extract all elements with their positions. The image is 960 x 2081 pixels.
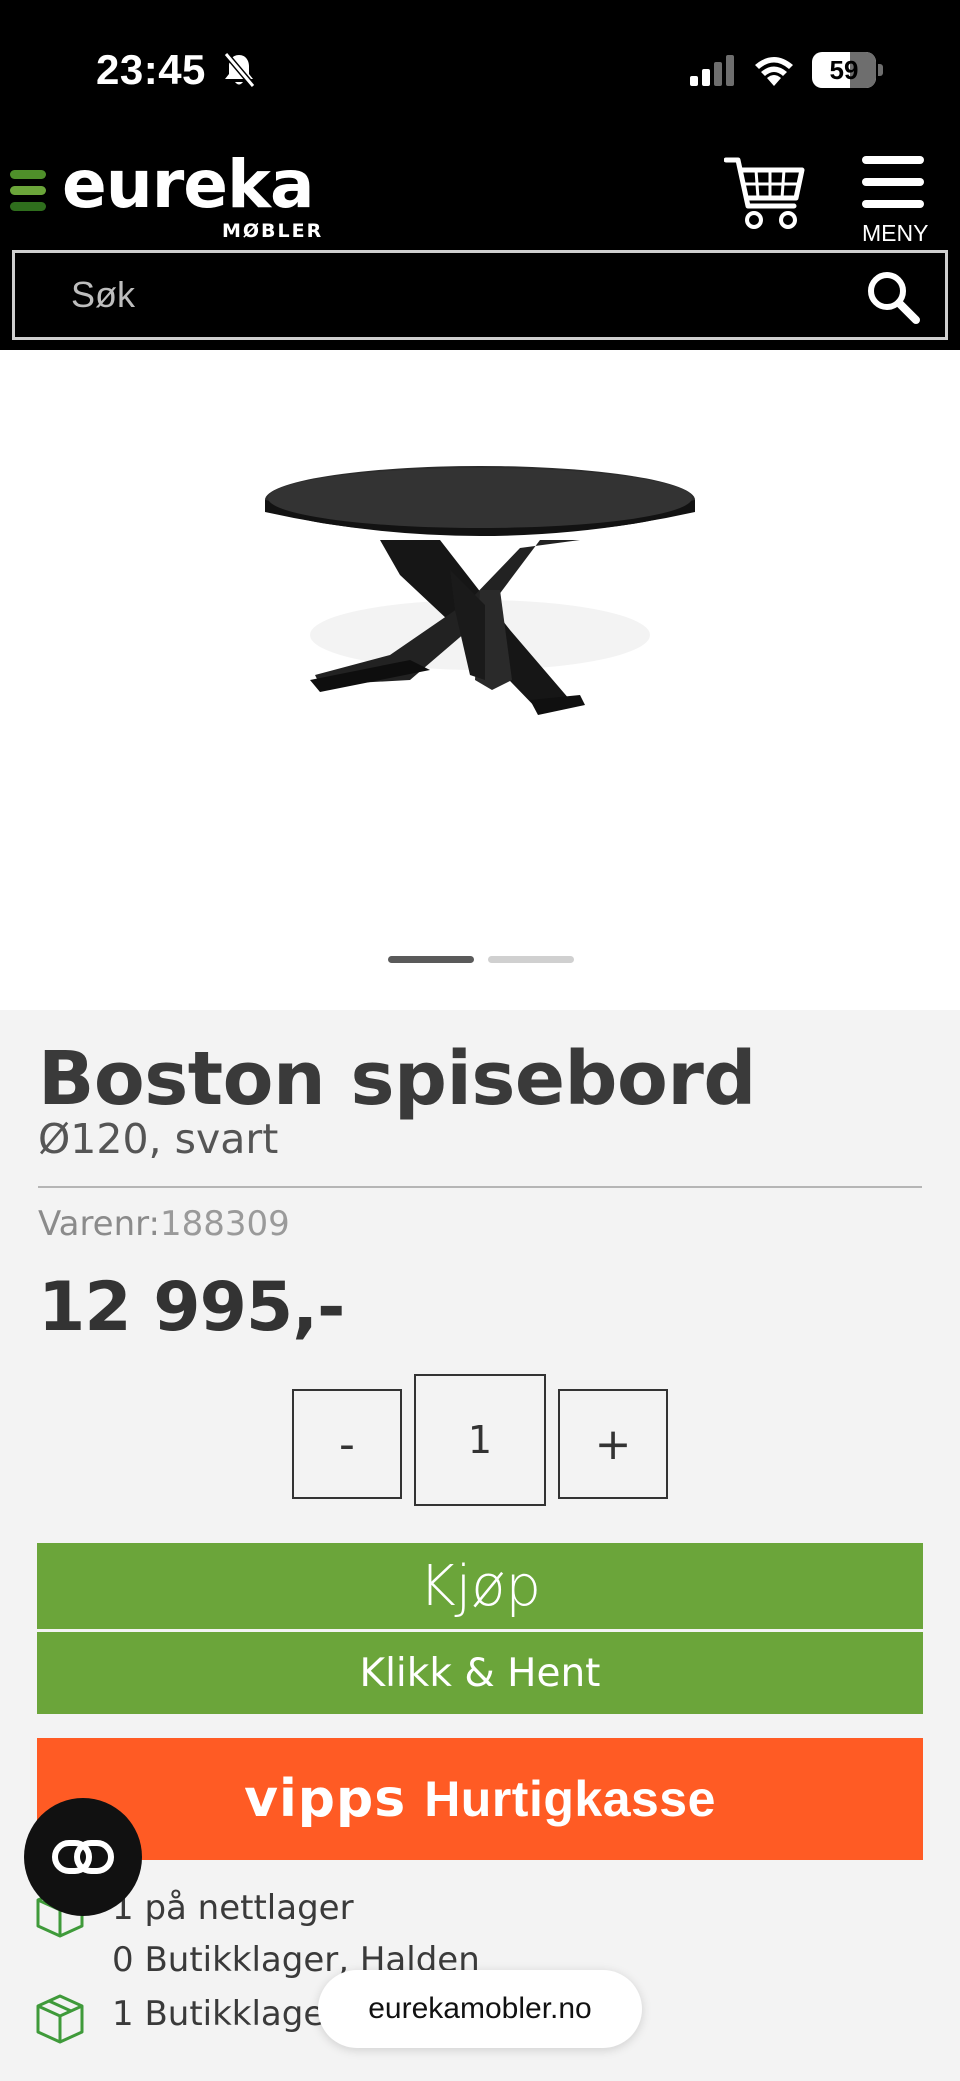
status-bar: 23:45 59 bbox=[0, 0, 960, 140]
vipps-logo: vipps bbox=[244, 1769, 407, 1829]
vipps-label: Hurtigkasse bbox=[424, 1771, 716, 1827]
shopping-cart-icon[interactable] bbox=[724, 154, 808, 234]
wifi-icon bbox=[755, 57, 793, 86]
chat-button[interactable] bbox=[24, 1798, 142, 1916]
truncated-content bbox=[34, 2060, 934, 2081]
logo-mark bbox=[10, 168, 46, 212]
sku-label: Varenr: bbox=[38, 1204, 160, 1244]
product-gallery[interactable] bbox=[0, 350, 960, 1010]
status-time: 23:45 bbox=[96, 46, 206, 93]
menu-label: MENY bbox=[862, 220, 929, 246]
vipps-express-checkout-button[interactable]: vipps Hurtigkasse bbox=[37, 1738, 923, 1860]
chat-icon bbox=[52, 1840, 114, 1874]
site-header: eureka MØBLER MENY bbox=[0, 140, 960, 350]
cellular-signal-icon bbox=[690, 55, 734, 86]
sku: Varenr:188309 bbox=[38, 1204, 290, 1244]
quantity-input[interactable] bbox=[414, 1374, 546, 1506]
logo-subtitle: MØBLER bbox=[222, 220, 324, 242]
battery-indicator: 59 bbox=[812, 52, 883, 88]
search-input[interactable] bbox=[71, 253, 831, 337]
buy-button[interactable]: Kjøp bbox=[37, 1543, 923, 1629]
battery-level: 59 bbox=[829, 55, 859, 85]
quantity-decrease-button[interactable]: - bbox=[292, 1389, 402, 1499]
stock-online-text: 1 på nettlager bbox=[112, 1888, 354, 1928]
quantity-increase-button[interactable]: + bbox=[558, 1389, 668, 1499]
gallery-dot-2[interactable] bbox=[488, 956, 574, 963]
sku-value: 188309 bbox=[160, 1204, 290, 1244]
gallery-dot-1[interactable] bbox=[388, 956, 474, 963]
browser-url-bar[interactable]: eurekamobler.no bbox=[318, 1970, 642, 2048]
product-image[interactable] bbox=[250, 430, 710, 760]
search-bar bbox=[12, 250, 948, 340]
logo[interactable]: eureka bbox=[62, 152, 314, 218]
product-subtitle: Ø120, svart bbox=[38, 1115, 279, 1163]
search-icon[interactable] bbox=[865, 269, 921, 325]
bell-muted-icon bbox=[223, 52, 256, 88]
menu-button[interactable]: MENY bbox=[856, 150, 936, 250]
divider bbox=[38, 1186, 922, 1188]
gallery-pagination bbox=[0, 956, 960, 966]
price: 12 995,- bbox=[38, 1268, 345, 1347]
click-and-collect-button[interactable]: Klikk & Hent bbox=[37, 1632, 923, 1714]
package-icon bbox=[36, 1994, 84, 2044]
product-title: Boston spisebord bbox=[38, 1036, 756, 1122]
